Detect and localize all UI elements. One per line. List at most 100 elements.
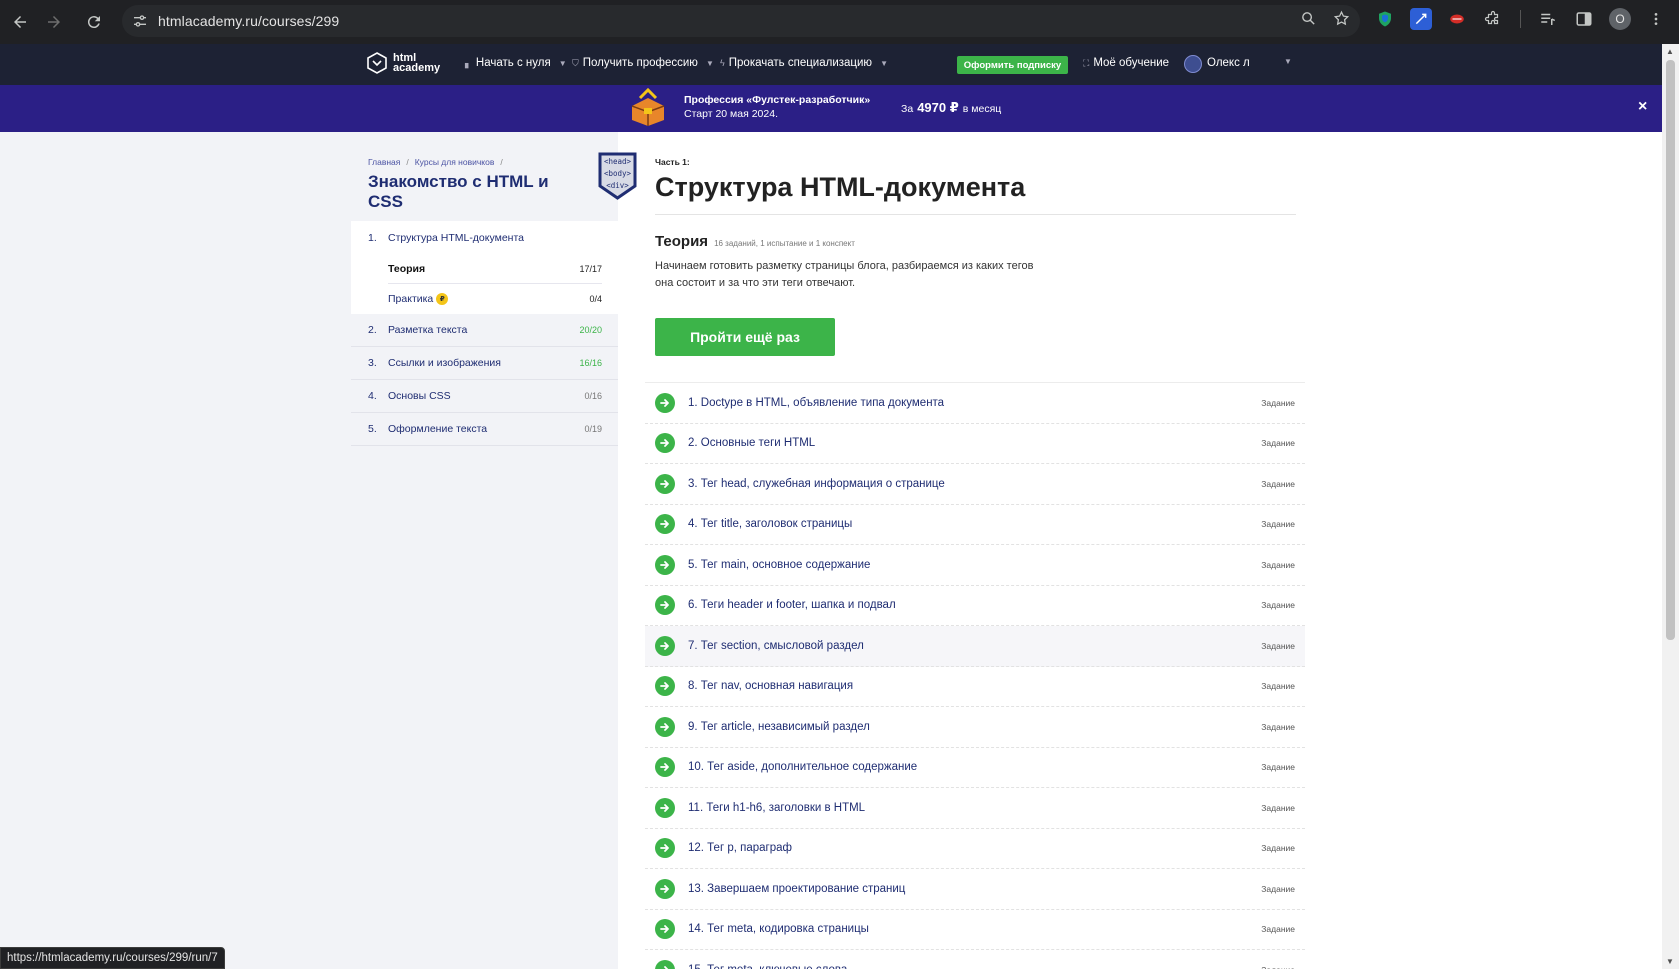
- reload-icon[interactable]: [82, 10, 106, 34]
- lesson-item[interactable]: 11. Теги h1-h6, заголовки в HTML Задание: [645, 788, 1305, 829]
- arrow-right-icon: [655, 797, 675, 818]
- lesson-kind: Задание: [1261, 478, 1295, 489]
- status-url-preview: https://htmlacademy.ru/courses/299/run/7: [0, 947, 225, 969]
- price-value: 4970 ₽: [917, 100, 959, 115]
- menu-upgrade-specialization[interactable]: ϟ Прокачать специализацию ▼: [720, 57, 888, 69]
- retry-button[interactable]: Пройти ещё раз: [655, 318, 835, 356]
- arrow-right-icon: [655, 878, 675, 899]
- user-name: Олекс л: [1207, 57, 1250, 69]
- arrow-right-icon: [655, 514, 675, 535]
- section-theory[interactable]: Теория 17/17: [388, 254, 602, 284]
- user-menu[interactable]: Олекс л: [1207, 57, 1250, 69]
- section-meta: 16 заданий, 1 испытание и 1 конспект: [714, 239, 855, 248]
- arrow-right-icon: [655, 716, 675, 737]
- zoom-icon[interactable]: [1300, 10, 1317, 32]
- chapter-item-3[interactable]: 3. Ссылки и изображения 16/16: [351, 347, 618, 380]
- site-settings-icon[interactable]: [130, 11, 150, 31]
- lesson-kind: Задание: [1261, 397, 1295, 408]
- lesson-item[interactable]: 12. Тег p, параграф Задание: [645, 829, 1305, 869]
- lesson-label: 4. Тег title, заголовок страницы: [688, 518, 853, 531]
- lesson-kind: Задание: [1261, 802, 1295, 813]
- arrow-right-icon: [655, 838, 675, 859]
- bookmark-star-icon[interactable]: [1333, 10, 1350, 32]
- my-learning-link[interactable]: ⛶ Моё обучение: [1083, 57, 1169, 69]
- lesson-item[interactable]: 6. Теги header и footer, шапка и подвал З…: [645, 586, 1305, 626]
- menu-label: Начать с нуля: [475, 57, 551, 69]
- subscribe-button[interactable]: Оформить подписку: [957, 56, 1068, 74]
- chapter-item-4[interactable]: 4. Основы CSS 0/16: [351, 380, 618, 413]
- breadcrumb-separator: /: [500, 157, 503, 167]
- arrow-right-icon: [655, 473, 675, 494]
- profile-avatar[interactable]: O: [1609, 8, 1631, 30]
- scroll-thumb[interactable]: [1666, 60, 1675, 640]
- menu-label: Получить профессию: [582, 57, 698, 69]
- lesson-kind: Задание: [1261, 640, 1295, 651]
- user-avatar[interactable]: [1184, 55, 1202, 73]
- promo-banner[interactable]: Профессия «Фулстек-разработчик» Старт 20…: [0, 85, 1662, 132]
- side-panel-icon[interactable]: [1573, 8, 1595, 30]
- lesson-label: 3. Тег head, служебная информация о стра…: [688, 477, 945, 490]
- lesson-item[interactable]: 2. Основные теги HTML Задание: [645, 424, 1305, 464]
- lesson-label: 15. Тег meta, ключевые слова: [688, 964, 1261, 969]
- section-description: Начинаем готовить разметку страницы блог…: [655, 260, 1034, 289]
- translate-extension-icon[interactable]: [1410, 8, 1432, 30]
- breadcrumb-beginner-courses[interactable]: Курсы для новичков: [415, 157, 495, 167]
- lesson-item[interactable]: 8. Тег nav, основная навигация Задание: [645, 667, 1305, 707]
- chapter-item-2[interactable]: 2. Разметка текста 20/20: [351, 314, 618, 347]
- chapter-item-5[interactable]: 5. Оформление текста 0/19: [351, 413, 618, 446]
- breadcrumb-home[interactable]: Главная: [368, 157, 400, 167]
- lesson-item[interactable]: 14. Тег meta, кодировка страницы Задание: [645, 910, 1305, 950]
- site-logo[interactable]: html academy: [367, 52, 440, 74]
- lesson-kind: Задание: [1261, 924, 1295, 935]
- reading-list-icon[interactable]: [1537, 8, 1559, 30]
- lightning-icon: ϟ: [720, 58, 725, 68]
- arrow-right-icon: [655, 959, 675, 969]
- toolbar-divider: [1520, 10, 1521, 28]
- shield-icon: ⛉: [572, 57, 579, 68]
- arrow-right-icon: [655, 635, 675, 656]
- lesson-kind: Задание: [1261, 600, 1295, 611]
- arrow-right-icon: [655, 919, 675, 940]
- chapter-item-1[interactable]: 1. Структура HTML-документа: [351, 221, 618, 254]
- page-title: Структура HTML-документа: [655, 172, 1026, 202]
- lesson-kind: Задание: [1261, 843, 1295, 854]
- lesson-label: 14. Тег meta, кодировка страницы: [688, 923, 869, 936]
- lesson-item[interactable]: 7. Тег section, смысловой раздел Задание: [645, 626, 1305, 667]
- section-title: Теория: [655, 233, 709, 250]
- kebab-menu-icon[interactable]: [1645, 8, 1667, 30]
- scroll-up-arrow-icon[interactable]: ▲: [1666, 47, 1674, 56]
- lesson-item[interactable]: 15. Тег meta, ключевые словаЗадание: [645, 950, 1305, 969]
- menu-get-profession[interactable]: ⛉ Получить профессию ▼: [572, 57, 714, 69]
- lesson-item[interactable]: 10. Тег aside, дополнительное содержание…: [645, 748, 1305, 788]
- chapter-number: 3.: [368, 357, 377, 369]
- section-label: Теория: [388, 262, 426, 275]
- lesson-kind: Задание: [1261, 721, 1295, 732]
- menu-start-from-zero[interactable]: ▖ Начать с нуля ▼: [465, 57, 567, 69]
- close-icon[interactable]: ×: [1638, 98, 1647, 116]
- address-url[interactable]: htmlacademy.ru/courses/299: [158, 13, 339, 29]
- arrow-right-icon: [655, 392, 675, 413]
- forward-arrow-icon[interactable]: [42, 10, 66, 34]
- address-bar[interactable]: htmlacademy.ru/courses/299: [122, 5, 1360, 37]
- lesson-item[interactable]: 9. Тег article, независимый раздел Задани…: [645, 707, 1305, 748]
- user-menu-toggle[interactable]: ▼: [1280, 57, 1292, 66]
- lesson-label: 8. Тег nav, основная навигация: [688, 680, 854, 693]
- page-scrollbar[interactable]: ▲ ▼: [1662, 44, 1679, 969]
- extensions-puzzle-icon[interactable]: [1482, 8, 1504, 30]
- section-practice[interactable]: Практика ₽ 0/4: [388, 284, 602, 314]
- lesson-item[interactable]: 13. Завершаем проектирование страниц Зада…: [645, 869, 1305, 910]
- lesson-label: 7. Тег section, смысловой раздел: [688, 639, 864, 652]
- lesson-item[interactable]: 3. Тег head, служебная информация о стра…: [645, 464, 1305, 505]
- chapter-label: Ссылки и изображения: [388, 357, 501, 369]
- lesson-item[interactable]: 5. Тег main, основное содержание Задание: [645, 545, 1305, 586]
- lastpass-extension-icon[interactable]: [1446, 8, 1468, 30]
- back-arrow-icon[interactable]: [8, 10, 32, 34]
- scroll-down-arrow-icon[interactable]: ▼: [1666, 957, 1674, 966]
- shield-extension-icon[interactable]: [1374, 8, 1396, 30]
- lesson-item[interactable]: 1. Doctype в HTML, объявление типа докум…: [645, 383, 1305, 424]
- lesson-label: 6. Теги header и footer, шапка и подвал: [688, 599, 896, 612]
- lesson-kind: Задание: [1261, 681, 1295, 692]
- arrow-right-icon: [655, 433, 675, 454]
- lesson-kind: Задание: [1261, 438, 1295, 449]
- lesson-item[interactable]: 4. Тег title, заголовок страницы Задание: [645, 505, 1305, 545]
